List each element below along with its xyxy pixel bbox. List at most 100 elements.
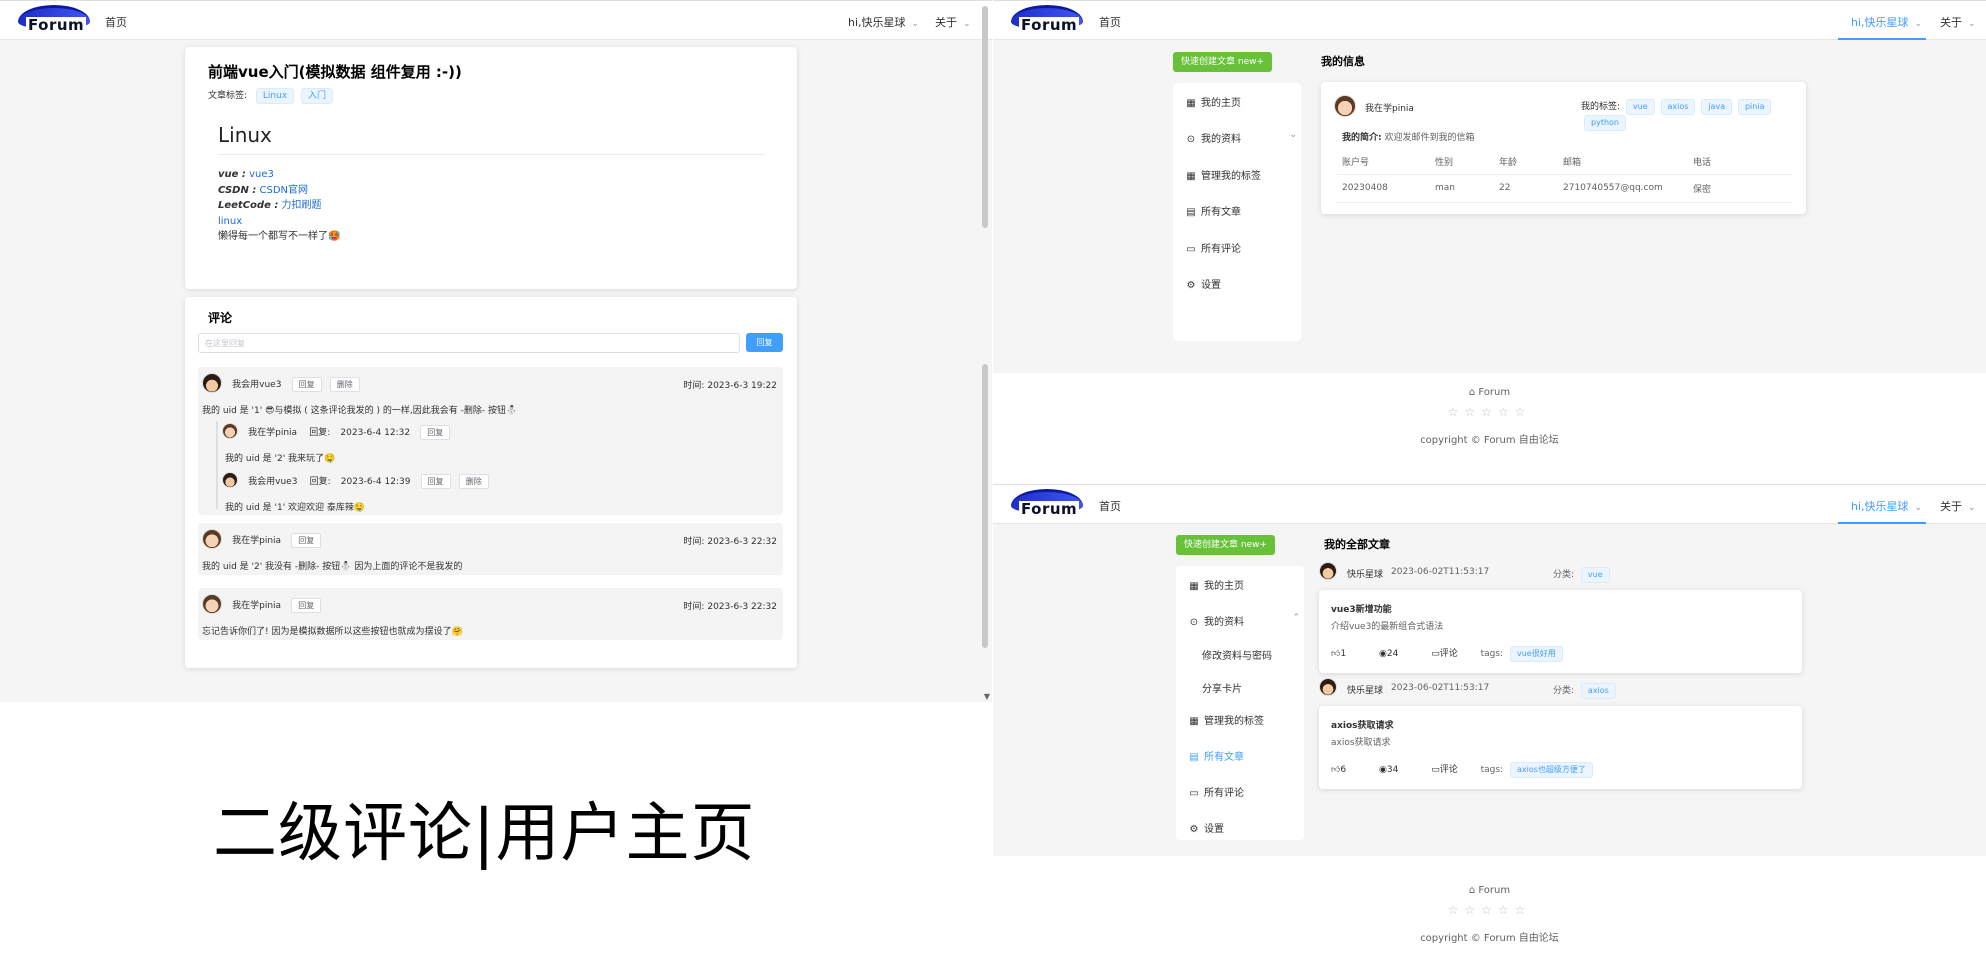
submenu-share-card[interactable]: 分享卡片 [1202,680,1242,695]
tag-linux[interactable]: Linux [255,88,295,104]
menu-manage-tags[interactable]: ▦ 管理我的标签 [1185,167,1261,182]
quick-create-button[interactable]: 快速创建文章 new+ [1176,535,1276,555]
content-heading: Linux [218,123,272,147]
link-vue3[interactable]: vue3 [249,169,274,180]
grid-icon: ▦ [1189,716,1199,727]
nav-user-menu[interactable]: hi,快乐星球 ⌄ [1851,498,1922,514]
comment-submit-button[interactable]: 回复 [746,333,783,352]
scrollbar-thumb[interactable] [982,6,988,228]
tag-vue[interactable]: vue [1625,99,1655,115]
caption-area: 二级评论|用户主页 [0,702,992,966]
reply-button[interactable]: 回复 [420,424,451,440]
menu-settings[interactable]: ⚙ 设置 [1188,820,1224,835]
link-csdn[interactable]: CSDN官网 [260,185,309,196]
reply-user[interactable]: 我会用vue3 [248,477,297,487]
chevron-up-icon: ⌃ [1292,613,1300,623]
post-card[interactable]: axios获取请求 axios获取请求 👍︎6 ◉34 ▭评论 tags: ax… [1319,706,1802,789]
chat-icon: ▭ [1186,244,1196,255]
post-tag[interactable]: vue很好用 [1509,646,1563,662]
top-navbar: Forum 首页 hi,快乐星球 ⌄ 关于 ⌄ [0,0,992,40]
nav-home[interactable]: 首页 [1099,14,1121,30]
delete-button[interactable]: 删除 [458,473,489,489]
link-linux[interactable]: linux [218,214,340,230]
post-card[interactable]: vue3新增功能 介绍vue3的最新组合式语法 👍︎1 ◉24 ▭评论 tags… [1319,590,1802,673]
comment-icon[interactable]: ▭ [1431,649,1440,659]
submenu-edit-profile[interactable]: 修改资料与密码 [1202,647,1272,662]
post-title[interactable]: vue3新增功能 [1331,602,1392,615]
menu-my-profile[interactable]: ⊙ 我的资料 ⌃ [1188,613,1300,628]
nav-home[interactable]: 首页 [1099,498,1121,514]
avatar[interactable] [1319,678,1337,696]
forum-logo[interactable]: Forum [18,5,90,37]
rating-stars[interactable]: ☆☆☆☆☆ [993,405,1986,419]
comment-user[interactable]: 我会用vue3 [232,380,281,390]
tag-python[interactable]: python [1584,115,1626,131]
avatar[interactable] [202,594,222,614]
comment-icon[interactable]: ▭ [1431,765,1440,775]
nav-about[interactable]: 关于 ⌄ [935,14,971,30]
nav-user-menu[interactable]: hi,快乐星球 ⌄ [848,14,919,30]
comment-input[interactable]: 在这里回复 [198,333,740,353]
post-meta: 快乐星球 2023-06-02T11:53:17 分类: vue [1319,562,1799,584]
reply-user[interactable]: 我在学pinia [248,428,297,438]
link-row-csdn: CSDN : CSDN官网 [218,184,309,196]
menu-my-profile[interactable]: ⊙ 我的资料 ⌄ [1185,130,1297,145]
nav-user-menu[interactable]: hi,快乐星球 ⌄ [1851,14,1922,30]
avatar[interactable] [202,529,222,549]
reply-button[interactable]: 回复 [291,376,322,392]
comment-item: 我会用vue3 回复 删除 时间: 2023-6-3 19:22 我的 uid … [198,367,783,515]
menu-my-home[interactable]: ▦ 我的主页 [1188,577,1244,592]
link-leetcode[interactable]: 力扣刷题 [282,200,322,211]
like-icon[interactable]: 👍︎ [1331,765,1340,775]
tag-java[interactable]: java [1701,99,1733,115]
post-author[interactable]: 快乐星球 [1347,683,1383,696]
post-author[interactable]: 快乐星球 [1347,567,1383,580]
home-icon: ⌂ [1468,885,1476,896]
user-info-card: 我在学pinia 我的标签: vue axios java pinia pyth… [1321,82,1806,214]
rating-stars[interactable]: ☆☆☆☆☆ [993,903,1986,917]
link-row-leetcode: LeetCode : 力扣刷题 [218,200,322,211]
avatar[interactable] [202,373,222,393]
reply-button[interactable]: 回复 [291,532,322,548]
account-id: 20230408 [1342,183,1388,193]
comment-user[interactable]: 我在学pinia [232,536,281,546]
nav-home[interactable]: 首页 [105,14,127,30]
comments-card: 评论 在这里回复 回复 我会用vue3 回复 删除 时间: 2023-6-3 1… [185,297,797,668]
scroll-down-icon[interactable]: ▼ [984,692,990,701]
nav-about[interactable]: 关于 ⌄ [1940,14,1976,30]
avatar[interactable] [222,472,238,488]
tag-intro[interactable]: 入门 [301,88,334,104]
menu-my-home[interactable]: ▦ 我的主页 [1185,94,1241,109]
nav-about[interactable]: 关于 ⌄ [1940,498,1976,514]
reply-item: 我会用vue3 回复: 2023-6-4 12:39 回复 删除 [222,472,489,489]
phone: 保密 [1693,184,1712,195]
footer: ⌂ Forum ☆☆☆☆☆ copyright © Forum 自由论坛 [993,856,1986,966]
post-title[interactable]: axios获取请求 [1331,718,1394,731]
scrollbar-thumb[interactable] [982,364,988,648]
avatar[interactable] [1334,95,1356,117]
avatar[interactable] [222,423,238,439]
tag-axios[interactable]: axios [1660,99,1696,115]
section-title: 我的信息 [1321,55,1365,68]
comment-user[interactable]: 我在学pinia [232,601,281,611]
grid-icon: ▦ [1186,98,1196,109]
quick-create-button[interactable]: 快速创建文章 new+ [1173,52,1273,72]
forum-logo[interactable]: Forum [1011,5,1083,37]
avatar[interactable] [1319,562,1337,580]
menu-all-comments[interactable]: ▭ 所有评论 [1188,784,1244,799]
like-icon[interactable]: 👍︎ [1331,649,1340,659]
article-title: 前端vue入门(模拟数据 组件复用 :-)) [208,63,462,81]
grid-icon: ▦ [1189,581,1199,592]
reply-button[interactable]: 回复 [291,597,322,613]
menu-all-articles[interactable]: ▤ 所有文章 [1188,748,1244,763]
menu-all-comments[interactable]: ▭ 所有评论 [1185,240,1241,255]
reply-button[interactable]: 回复 [420,473,451,489]
tag-pinia[interactable]: pinia [1737,99,1772,115]
forum-logo[interactable]: Forum [1011,489,1083,521]
reply-text: 我的 uid 是 '1' 欢迎欢迎 泰库辣🤤 [225,503,366,513]
menu-manage-tags[interactable]: ▦ 管理我的标签 [1188,712,1264,727]
menu-all-articles[interactable]: ▤ 所有文章 [1185,203,1241,218]
delete-button[interactable]: 删除 [329,376,360,392]
post-tag[interactable]: axios也超级方便了 [1509,762,1593,778]
menu-settings[interactable]: ⚙ 设置 [1185,276,1221,291]
